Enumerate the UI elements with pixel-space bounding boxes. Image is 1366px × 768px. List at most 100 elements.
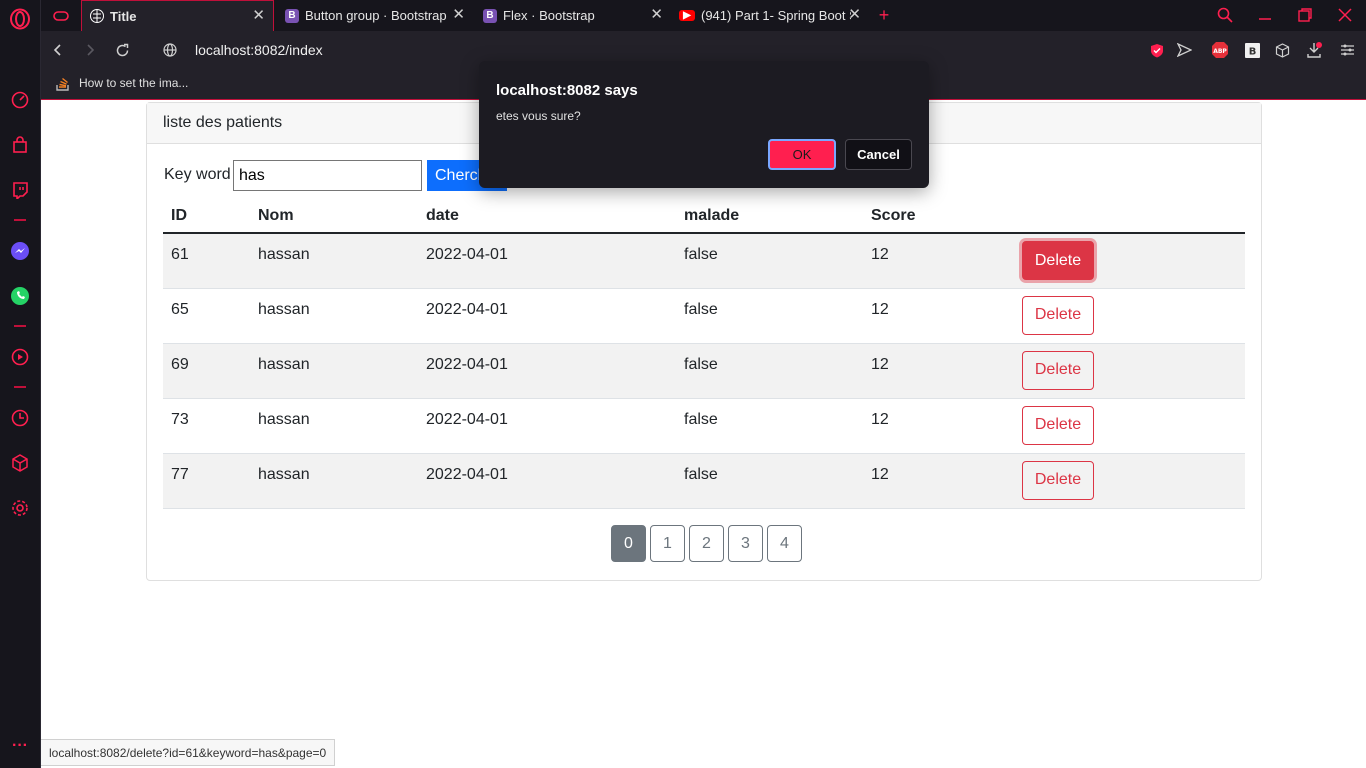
shield-icon[interactable] (1148, 41, 1166, 59)
delete-button[interactable]: Delete (1022, 241, 1094, 280)
shopping-bag-icon[interactable] (9, 134, 31, 156)
tab-youtube[interactable]: ▶ (941) Part 1- Spring Boot Sp ✕ (671, 0, 869, 31)
page-button[interactable]: 4 (767, 525, 802, 562)
tab-flex[interactable]: B Flex · Bootstrap ✕ (475, 0, 671, 31)
cell-nom: hassan (250, 288, 418, 344)
bookmark-b-icon[interactable]: B (1243, 41, 1261, 59)
tab-label: Button group · Bootstrap (305, 8, 447, 23)
delete-button[interactable]: Delete (1022, 405, 1094, 445)
cell-id: 61 (163, 233, 250, 289)
window-close-icon[interactable] (1336, 6, 1354, 24)
extensions-cube-icon[interactable] (9, 452, 31, 474)
download-icon[interactable] (1305, 41, 1323, 59)
messenger-icon[interactable] (9, 240, 31, 262)
table-header-row: ID Nom date malade Score (163, 199, 1245, 234)
cell-action: Delete (1014, 233, 1245, 289)
cell-score: 12 (863, 398, 1014, 454)
keyword-input[interactable] (233, 160, 422, 191)
column-header: malade (676, 199, 863, 234)
extensions-icon[interactable] (1273, 41, 1291, 59)
opera-logo-icon[interactable] (9, 8, 31, 30)
close-icon[interactable]: ✕ (650, 7, 663, 22)
forward-icon[interactable] (81, 41, 99, 59)
cell-date: 2022-04-01 (418, 343, 676, 399)
cell-nom: hassan (250, 343, 418, 399)
table-row: 65 hassan 2022-04-01 false 12 Delete (163, 288, 1245, 344)
new-tab-icon[interactable]: + (875, 5, 893, 25)
svg-text:B: B (1248, 46, 1256, 57)
page-button[interactable]: 2 (689, 525, 724, 562)
ok-button[interactable]: OK (768, 139, 836, 170)
web-page: liste des patients Key word Chercher ID … (41, 99, 1366, 768)
minimize-icon[interactable] (1256, 6, 1274, 24)
bookmark-item[interactable]: How to set the ima... (79, 76, 188, 90)
send-icon[interactable] (1175, 41, 1193, 59)
delete-button[interactable]: Delete (1022, 295, 1094, 335)
twitch-icon[interactable] (9, 179, 31, 201)
confirm-dialog: localhost:8082 says etes vous sure? OK C… (479, 61, 929, 188)
dialog-title: localhost:8082 says (496, 82, 638, 99)
tab-title[interactable]: Title ✕ (81, 0, 274, 31)
tab-button-group[interactable]: B Button group · Bootstrap ✕ (277, 0, 473, 31)
adblock-plus-icon[interactable]: ABP (1210, 40, 1230, 60)
cell-score: 12 (863, 233, 1014, 289)
easy-setup-icon[interactable] (1338, 41, 1356, 59)
sidebar-separator (14, 386, 26, 388)
column-header: ID (163, 199, 250, 234)
history-clock-icon[interactable] (9, 407, 31, 429)
status-bar-link-preview: localhost:8082/delete?id=61&keyword=has&… (41, 739, 336, 766)
cell-malade: false (676, 453, 863, 509)
column-header-actions (1014, 199, 1245, 234)
speed-dial-icon[interactable] (9, 89, 31, 111)
delete-button[interactable]: Delete (1022, 350, 1094, 390)
cell-nom: hassan (250, 398, 418, 454)
cell-action: Delete (1014, 288, 1245, 344)
cell-date: 2022-04-01 (418, 453, 676, 509)
cell-date: 2022-04-01 (418, 288, 676, 344)
more-dots-icon[interactable]: ··· (9, 735, 31, 757)
close-icon[interactable]: ✕ (252, 8, 265, 23)
reload-icon[interactable] (113, 41, 131, 59)
column-header: Score (863, 199, 1014, 234)
delete-button[interactable]: Delete (1022, 460, 1094, 500)
table-row: 69 hassan 2022-04-01 false 12 Delete (163, 343, 1245, 399)
cell-score: 12 (863, 453, 1014, 509)
search-icon[interactable] (1216, 6, 1234, 24)
page-button[interactable]: 1 (650, 525, 685, 562)
cell-id: 65 (163, 288, 250, 344)
settings-gear-icon[interactable] (9, 497, 31, 519)
player-icon[interactable] (9, 346, 31, 368)
browser-sidebar: ··· (0, 0, 41, 768)
cell-malade: false (676, 233, 863, 289)
cell-nom: hassan (250, 453, 418, 509)
cell-malade: false (676, 288, 863, 344)
dialog-message: etes vous sure? (496, 109, 581, 123)
page-button[interactable]: 0 (611, 525, 646, 562)
pagination: 0 1 2 3 4 (611, 525, 802, 562)
close-icon[interactable]: ✕ (848, 7, 861, 22)
cell-date: 2022-04-01 (418, 398, 676, 454)
restore-icon[interactable] (1296, 6, 1314, 24)
cell-id: 77 (163, 453, 250, 509)
table-row: 77 hassan 2022-04-01 false 12 Delete (163, 453, 1245, 509)
page-button[interactable]: 3 (728, 525, 763, 562)
stackoverflow-icon (55, 75, 71, 91)
site-info-globe-icon[interactable] (161, 41, 179, 59)
back-icon[interactable] (49, 41, 67, 59)
column-header: date (418, 199, 676, 234)
whatsapp-icon[interactable] (9, 285, 31, 307)
tab-label: Title (110, 8, 137, 24)
patients-table: ID Nom date malade Score 61 hassan 2022-… (163, 199, 1245, 509)
tab-label: Flex · Bootstrap (503, 8, 595, 23)
url-field[interactable]: localhost:8082/index (195, 42, 323, 58)
youtube-icon: ▶ (679, 10, 695, 21)
sidebar-separator (14, 219, 26, 221)
cancel-button[interactable]: Cancel (845, 139, 912, 170)
sidebar-separator (14, 325, 26, 327)
close-icon[interactable]: ✕ (452, 7, 465, 22)
search-label: Key word (164, 166, 231, 183)
globe-icon (90, 9, 104, 23)
cell-score: 12 (863, 343, 1014, 399)
bootstrap-icon: B (285, 8, 299, 23)
gx-corner-icon[interactable] (41, 0, 81, 31)
